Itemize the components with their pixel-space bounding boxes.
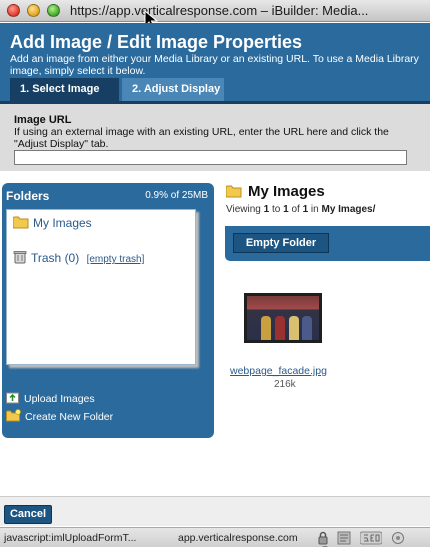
storage-usage: 0.9% of 25MB [145,190,208,201]
folders-panel: Folders 0.9% of 25MB My Images Trash (0)… [2,183,214,438]
trash-icon [13,251,27,264]
viewing-of: of [291,204,300,215]
browser-statusbar: javascript:imlUploadFormT... app.vertica… [0,527,430,547]
viewing-folder: My Images/ [321,204,376,215]
empty-trash-link[interactable]: [empty trash] [87,254,145,265]
thumbnail-figure [302,316,312,340]
thumbnail-preview [247,296,319,340]
seo-icon[interactable] [360,531,383,545]
image-filesize: 216k [274,379,296,390]
folder-item-trash[interactable]: Trash (0) [empty trash] [13,250,144,266]
thumbnail-figure [275,316,285,340]
create-new-folder-label: Create New Folder [25,411,114,423]
folder-actions: Upload Images Create New Folder [6,391,113,427]
image-url-label: Image URL [14,114,72,126]
viewing-total: 1 [302,204,309,215]
zoom-window-button[interactable] [47,4,60,17]
empty-folder-button[interactable]: Empty Folder [233,233,329,253]
viewing-end: 1 [283,204,289,215]
dialog-subtitle: Add an image from either your Media Libr… [10,53,419,77]
dialog-footer: Cancel [0,496,430,526]
folder-item-label: Trash (0) [31,251,80,265]
thumbnail-figure [289,316,299,340]
folder-item-my-images[interactable]: My Images [13,216,92,232]
viewing-prefix: Viewing [226,204,261,215]
pagination-summary: Viewing 1 to 1 of 1 in My Images/ [226,204,375,215]
dialog-title: Add Image / Edit Image Properties [10,32,303,52]
minimize-window-button[interactable] [27,4,40,17]
lock-icon[interactable] [318,531,328,545]
tab-select-image[interactable]: 1. Select Image [10,78,119,101]
status-icons [318,531,430,547]
folder-icon [13,216,29,229]
folder-list: My Images Trash (0) [empty trash] [6,209,196,365]
status-link-preview: javascript:imlUploadFormT... [4,532,137,544]
viewing-start: 1 [263,204,270,215]
image-url-help: If using an external image with an exist… [14,126,389,150]
folder-icon [226,185,242,198]
image-url-section: Image URL If using an external image wit… [0,101,430,171]
settings-icon[interactable] [391,531,405,545]
upload-images-label: Upload Images [24,393,95,405]
cancel-button[interactable]: Cancel [4,505,52,524]
close-window-button[interactable] [7,4,20,17]
image-url-input[interactable] [14,150,407,165]
current-folder-title: My Images [226,183,325,200]
image-thumbnail[interactable] [244,293,322,343]
folders-title: Folders [6,189,50,203]
dialog-header: Add Image / Edit Image Properties Add an… [0,23,430,101]
window-titlebar: https://app.verticalresponse.com – iBuil… [0,0,430,30]
page-icon[interactable] [337,531,351,545]
status-domain: app.verticalresponse.com [178,532,298,544]
viewing-to: to [271,204,281,215]
thumbnail-figure [261,316,271,340]
viewing-in: in [310,204,319,215]
content-toolbar: Empty Folder [225,226,430,261]
current-folder-name: My Images [248,183,325,200]
media-content-panel: My Images Viewing 1 to 1 of 1 in My Imag… [222,183,430,483]
window-title: https://app.verticalresponse.com – iBuil… [70,3,369,18]
folder-item-label: My Images [33,216,92,230]
new-folder-icon [6,409,21,422]
upload-images-button[interactable]: Upload Images [6,391,113,409]
create-new-folder-button[interactable]: Create New Folder [6,409,113,427]
image-filename-link[interactable]: webpage_facade.jpg [230,365,327,377]
upload-icon [6,392,19,404]
tab-adjust-display[interactable]: 2. Adjust Display [122,78,224,101]
